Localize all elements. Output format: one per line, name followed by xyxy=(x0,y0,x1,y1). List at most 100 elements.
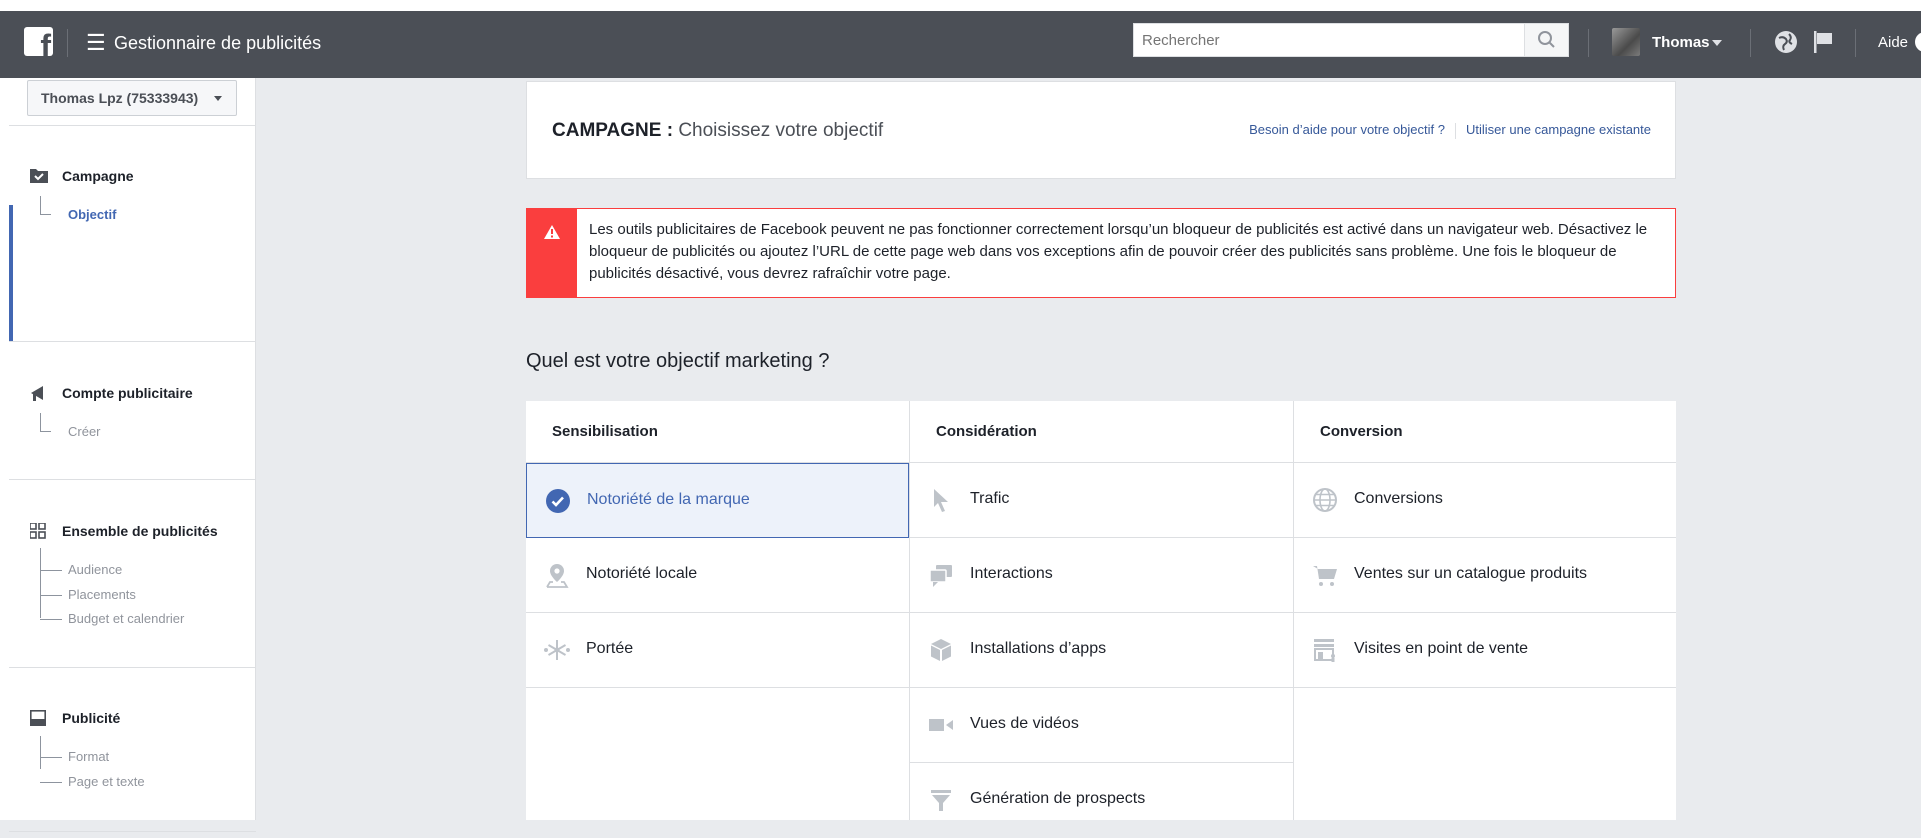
search-button[interactable] xyxy=(1524,24,1568,56)
sidebar-item-label: Budget et calendrier xyxy=(68,611,185,626)
check-circle-icon xyxy=(546,489,570,513)
funnel-icon xyxy=(931,790,951,811)
sidebar-item-label: Placements xyxy=(68,587,136,602)
alert-stripe xyxy=(527,209,577,297)
sidebar-section-label: Publicité xyxy=(62,710,121,726)
sidebar-item-label: Objectif xyxy=(68,207,117,222)
sidebar-section-label: Compte publicitaire xyxy=(62,385,193,401)
header-links: Besoin d’aide pour votre objectif ? Utili… xyxy=(1249,122,1651,139)
tree-connector xyxy=(40,413,51,432)
objective-interactions[interactable]: Interactions xyxy=(910,538,1293,613)
ad-icon xyxy=(30,710,46,726)
folder-check-icon xyxy=(30,169,48,183)
objective-notoriete-locale[interactable]: Notoriété locale xyxy=(526,538,909,613)
divider xyxy=(1455,122,1456,139)
divider xyxy=(9,341,256,342)
objective-label: Installations d’apps xyxy=(970,640,1107,657)
search-input[interactable] xyxy=(1134,24,1540,56)
alert-message: Les outils publicitaires de Facebook peu… xyxy=(589,221,1648,282)
objective-vues-de-videos[interactable]: Vues de vidéos xyxy=(910,688,1293,763)
video-camera-icon xyxy=(929,719,953,731)
tree-connector xyxy=(40,196,51,215)
objective-label: Vues de vidéos xyxy=(970,715,1079,732)
megaphone-icon xyxy=(31,386,43,401)
account-selector-label: Thomas Lpz (75333943) xyxy=(41,90,199,106)
globe-icon xyxy=(1313,488,1337,512)
objective-column-conversion: Conversion Conversions Ventes sur un cat… xyxy=(1294,401,1676,820)
app-box-icon xyxy=(931,639,951,661)
help-link[interactable]: Aide xyxy=(1878,29,1908,57)
objective-visites-point-de-vente[interactable]: Visites en point de vente xyxy=(1294,613,1676,688)
objective-label: Trafic xyxy=(970,490,1010,507)
divider xyxy=(9,125,256,126)
divider xyxy=(9,479,256,480)
search-icon xyxy=(1538,31,1555,48)
menu-icon[interactable]: ☰ xyxy=(86,29,106,57)
sidebar: Thomas Lpz (75333943) Campagne Objectif … xyxy=(0,78,256,832)
divider xyxy=(9,667,256,668)
tree-connector xyxy=(40,782,62,783)
store-icon xyxy=(1314,639,1335,662)
tree-connector xyxy=(40,595,62,596)
sidebar-item-label: Audience xyxy=(68,562,123,577)
divider xyxy=(1750,29,1751,57)
top-navigation-bar: f ☰ Gestionnaire de publicités Thomas Ai… xyxy=(0,0,1921,78)
chat-bubbles-icon xyxy=(929,565,952,587)
user-name[interactable]: Thomas xyxy=(1652,29,1710,57)
app-title[interactable]: Gestionnaire de publicités xyxy=(114,29,321,57)
warning-icon xyxy=(544,225,560,239)
column-header: Considération xyxy=(910,401,1293,463)
tree-connector xyxy=(40,619,62,620)
flag-icon[interactable] xyxy=(1812,29,1834,55)
tree-connector xyxy=(40,570,62,571)
divider xyxy=(1588,29,1589,57)
objective-ventes-catalogue-produits[interactable]: Ventes sur un catalogue produits xyxy=(1294,538,1676,613)
active-section-indicator xyxy=(9,205,13,341)
objective-label: Conversions xyxy=(1354,490,1443,507)
campaign-header-card: CAMPAGNE : Choisissez votre objectif Bes… xyxy=(526,81,1676,179)
objective-label: Génération de prospects xyxy=(970,790,1146,807)
facebook-logo-icon[interactable]: f xyxy=(24,27,53,56)
column-header: Conversion xyxy=(1294,401,1676,463)
objective-column-sensibilisation: Sensibilisation Notoriété de la marque N… xyxy=(526,401,909,820)
chevron-down-icon[interactable] xyxy=(1712,40,1722,46)
page-title-text: Choisissez votre objectif xyxy=(678,120,884,141)
objective-label: Notoriété de la marque xyxy=(587,491,750,508)
page-title: CAMPAGNE : Choisissez votre objectif xyxy=(552,120,883,142)
divider xyxy=(67,29,68,57)
search-box xyxy=(1133,23,1569,57)
objective-portee[interactable]: Portée xyxy=(526,613,909,688)
cursor-icon xyxy=(934,489,948,512)
objective-trafic[interactable]: Trafic xyxy=(910,463,1293,538)
page-title-prefix: CAMPAGNE : xyxy=(552,120,674,141)
reach-icon xyxy=(544,640,570,660)
account-selector[interactable]: Thomas Lpz (75333943) xyxy=(27,80,237,116)
avatar[interactable] xyxy=(1612,28,1640,56)
objective-label: Ventes sur un catalogue produits xyxy=(1354,565,1588,582)
objective-help-link[interactable]: Besoin d’aide pour votre objectif ? xyxy=(1249,122,1445,137)
divider xyxy=(1855,29,1856,57)
objective-conversions[interactable]: Conversions xyxy=(1294,463,1676,538)
help-icon[interactable] xyxy=(1915,32,1921,52)
column-header: Sensibilisation xyxy=(526,401,909,463)
objective-installations-dapps[interactable]: Installations d’apps xyxy=(910,613,1293,688)
tree-connector xyxy=(40,736,41,769)
adblock-warning-alert: Les outils publicitaires de Facebook peu… xyxy=(526,208,1676,298)
objectives-grid: Sensibilisation Notoriété de la marque N… xyxy=(526,401,1676,820)
objective-notoriete-de-la-marque[interactable]: Notoriété de la marque xyxy=(526,463,909,538)
sidebar-item-label: Format xyxy=(68,749,110,764)
objective-label: Interactions xyxy=(970,565,1053,582)
objective-label: Visites en point de vente xyxy=(1354,640,1529,657)
divider xyxy=(9,831,256,832)
sidebar-section-label: Ensemble de publicités xyxy=(62,523,218,539)
globe-icon[interactable] xyxy=(1773,29,1799,55)
objective-generation-de-prospects[interactable]: Génération de prospects xyxy=(910,763,1293,838)
use-existing-campaign-link[interactable]: Utiliser une campagne existante xyxy=(1466,122,1651,137)
objective-label: Portée xyxy=(586,640,634,657)
sidebar-section-label: Campagne xyxy=(62,168,134,184)
sidebar-item-label: Page et texte xyxy=(68,774,145,789)
grid-icon xyxy=(30,523,46,539)
objective-label: Notoriété locale xyxy=(586,565,698,582)
section-question: Quel est votre objectif marketing ? xyxy=(526,350,830,372)
tree-connector xyxy=(40,757,62,758)
